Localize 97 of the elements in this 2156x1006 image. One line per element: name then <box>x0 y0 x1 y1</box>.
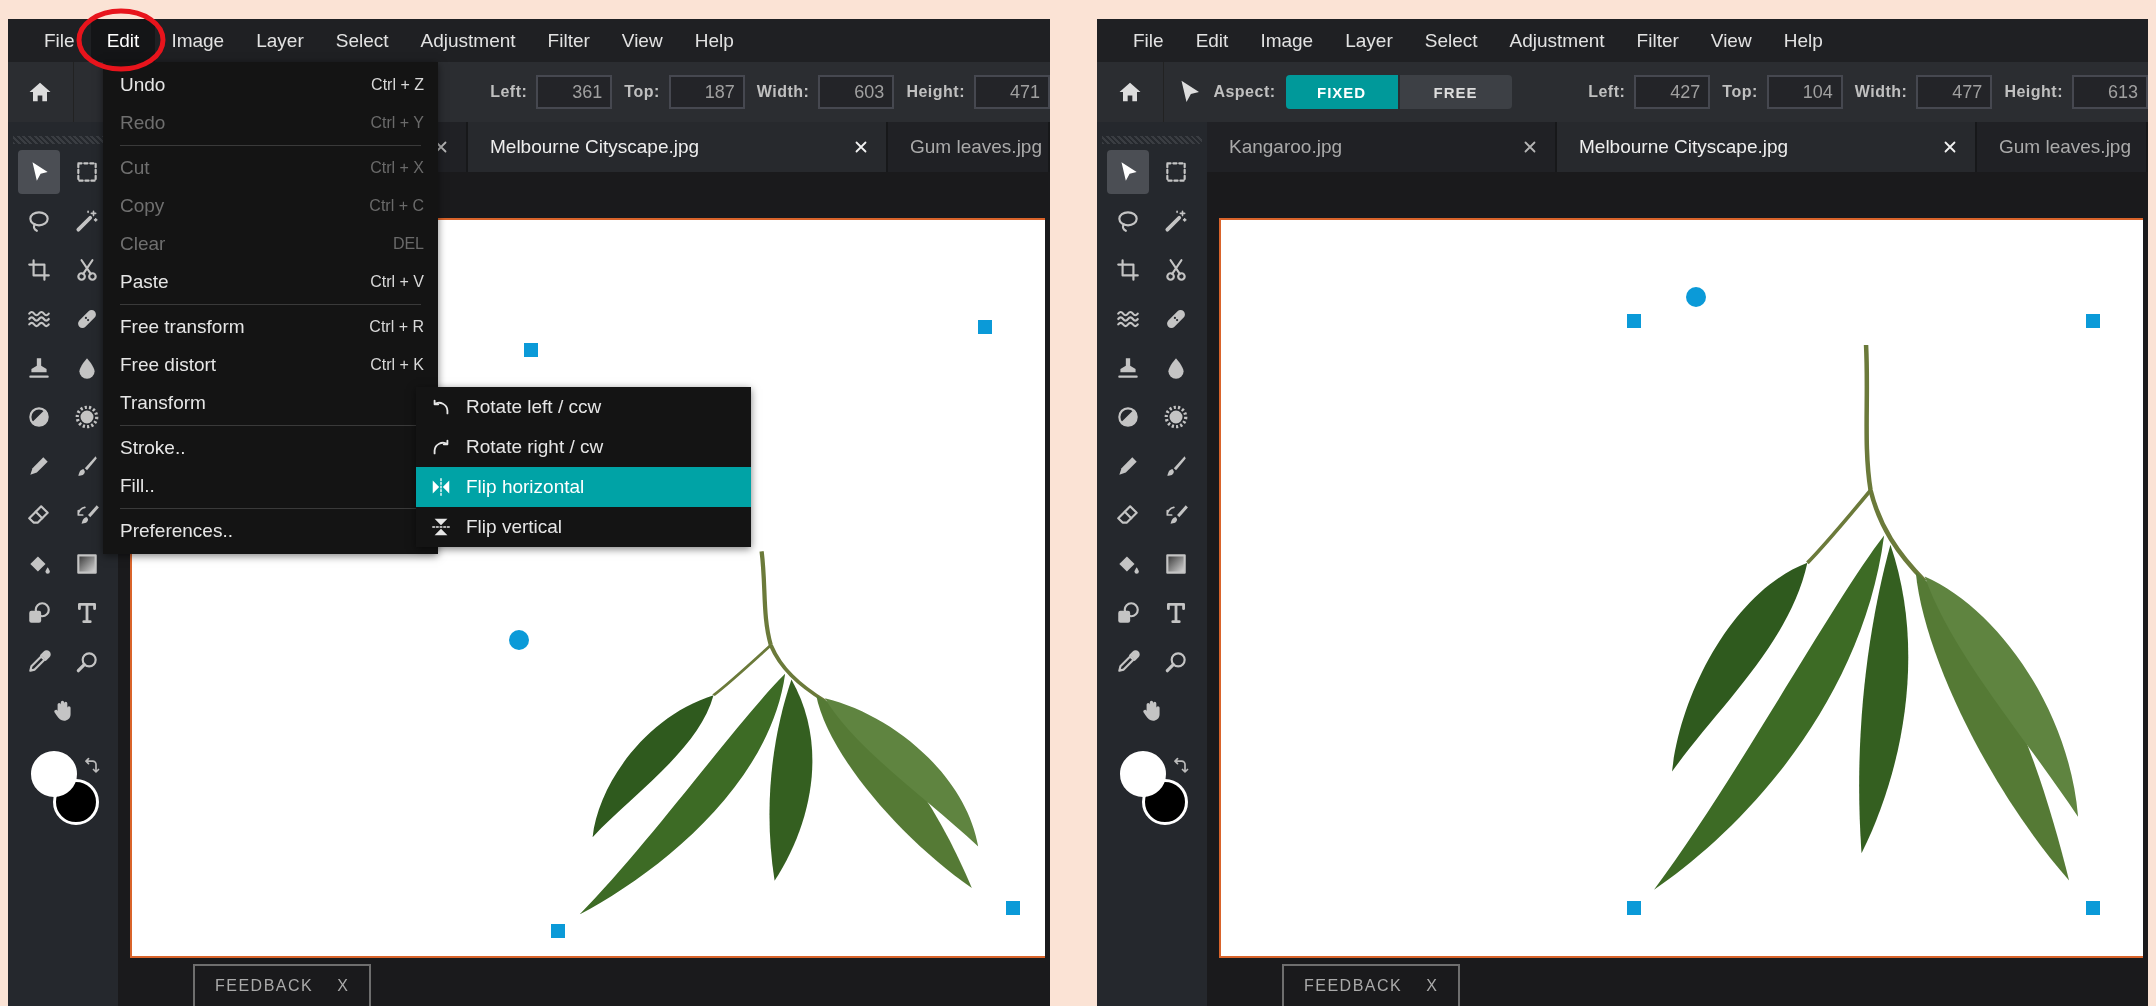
document-tab[interactable]: Melbourne Cityscape.jpg <box>1557 122 1977 172</box>
field-label: Left: <box>1588 83 1626 101</box>
input-field[interactable]: 187 <box>668 75 745 109</box>
menu-item[interactable]: Filter <box>1620 19 1695 62</box>
half-circle-icon <box>26 404 52 430</box>
menu-item[interactable]: Edit <box>1179 19 1245 62</box>
menu-option[interactable]: Paste Ctrl + V <box>103 263 438 301</box>
tab-label: Melbourne Cityscape.jpg <box>1579 136 1789 158</box>
magic-wand-icon <box>74 208 100 234</box>
menu-item[interactable]: Adjustment <box>404 19 532 62</box>
field-label: Left: <box>490 83 528 101</box>
tab-label: Kangaroo.jpg <box>1229 136 1343 158</box>
menu-item[interactable]: Layer <box>240 19 320 62</box>
resize-handle[interactable] <box>523 342 538 357</box>
resize-handle[interactable] <box>977 320 992 335</box>
flip-horizontal-icon <box>430 476 452 498</box>
input-field[interactable]: 104 <box>1766 75 1843 109</box>
shapes-icon <box>26 600 52 626</box>
input-field[interactable]: 471 <box>974 75 1050 109</box>
field-label: Height: <box>2004 83 2063 101</box>
flip-vertical-icon <box>430 516 452 538</box>
resize-handle[interactable] <box>1627 901 1642 916</box>
tool-button[interactable] <box>1107 150 1149 194</box>
tool-button[interactable] <box>18 150 60 194</box>
color-swatch[interactable] <box>31 751 77 797</box>
menu-item[interactable]: View <box>605 19 679 62</box>
menu-item[interactable]: Help <box>1767 19 1839 62</box>
menu-item[interactable]: File <box>1117 19 1180 62</box>
field-label: Top: <box>1722 83 1758 101</box>
magic-wand-icon <box>1163 208 1189 234</box>
lasso-icon <box>1115 208 1141 234</box>
menu-item[interactable]: Filter <box>531 19 606 62</box>
scissors-icon <box>74 257 100 283</box>
color-swatch[interactable] <box>1120 751 1166 797</box>
field-label: Height: <box>906 83 965 101</box>
crop-icon <box>26 257 52 283</box>
feedback-button[interactable]: FEEDBACK <box>1304 977 1403 995</box>
close-button[interactable]: X <box>337 977 350 995</box>
field-label: Width: <box>1854 83 1908 101</box>
crop-icon <box>1115 257 1141 283</box>
resize-handle[interactable] <box>1627 313 1642 328</box>
scissors-icon <box>1163 257 1189 283</box>
eyedropper-icon <box>26 649 52 675</box>
input-field[interactable]: 361 <box>536 75 613 109</box>
field-label: Top: <box>624 83 660 101</box>
document-tab[interactable]: Gum leaves.jpg <box>1977 122 2148 172</box>
input-field[interactable]: 613 <box>2072 75 2148 109</box>
dashed-square-icon <box>74 159 100 185</box>
shapes-icon <box>1115 600 1141 626</box>
aspect-label: Aspect: <box>1213 83 1276 101</box>
field-label: Width: <box>756 83 810 101</box>
eyedropper-icon <box>1115 649 1141 675</box>
menu-item[interactable]: Image <box>1244 19 1330 62</box>
half-circle-icon <box>1115 404 1141 430</box>
menu-item[interactable]: Edit <box>90 19 156 62</box>
tab-label: Gum leaves.jpg <box>910 136 1042 158</box>
input-field[interactable]: 477 <box>1916 75 1993 109</box>
zoom-icon <box>74 649 100 675</box>
submenu-option[interactable]: Rotate right / cw <box>416 427 751 467</box>
menu-option[interactable]: Free distort Ctrl + K <box>103 346 438 384</box>
rotate-handle[interactable] <box>1685 286 1706 307</box>
sun-icon <box>74 404 100 430</box>
gradient-square-icon <box>74 551 100 577</box>
sun-icon <box>1163 404 1189 430</box>
document-tab[interactable]: Kangaroo.jpg <box>1207 122 1557 172</box>
feedback-button[interactable]: FEEDBACK <box>215 977 314 995</box>
menu-item[interactable]: View <box>1694 19 1768 62</box>
zoom-icon <box>1163 649 1189 675</box>
menu-option[interactable]: Free transform Ctrl + R <box>103 308 438 346</box>
tab-label: Gum leaves.jpg <box>1999 136 2131 158</box>
document-tab[interactable]: Melbourne Cityscape.jpg <box>468 122 888 172</box>
tab-label: Melbourne Cityscape.jpg <box>490 136 700 158</box>
menu-item[interactable]: Adjustment <box>1493 19 1621 62</box>
resize-handle[interactable] <box>551 923 566 938</box>
menu-item[interactable]: Help <box>678 19 750 62</box>
input-field[interactable]: 427 <box>1634 75 1711 109</box>
menu-option[interactable]: Undo Ctrl + Z <box>103 66 438 104</box>
stamp-icon <box>26 355 52 381</box>
menu-item[interactable]: File <box>28 19 91 62</box>
close-button[interactable]: X <box>1426 977 1439 995</box>
lasso-icon <box>26 208 52 234</box>
gradient-square-icon <box>1163 551 1189 577</box>
aspect-option[interactable]: FREE <box>1399 75 1512 109</box>
rotate-handle[interactable] <box>509 629 530 650</box>
submenu-option[interactable]: Rotate left / ccw <box>416 387 751 427</box>
menu-item[interactable]: Select <box>319 19 405 62</box>
resize-handle[interactable] <box>2086 901 2101 916</box>
menu-item[interactable]: Image <box>155 19 241 62</box>
resize-handle[interactable] <box>1006 901 1021 916</box>
stamp-icon <box>1115 355 1141 381</box>
menu-item[interactable]: Layer <box>1329 19 1409 62</box>
dashed-square-icon <box>1163 159 1189 185</box>
menu-item[interactable]: Select <box>1408 19 1494 62</box>
submenu-option[interactable]: Flip vertical <box>416 507 751 547</box>
resize-handle[interactable] <box>2086 313 2101 328</box>
input-field[interactable]: 603 <box>818 75 895 109</box>
document-tab[interactable]: Gum leaves.jpg <box>888 122 1050 172</box>
